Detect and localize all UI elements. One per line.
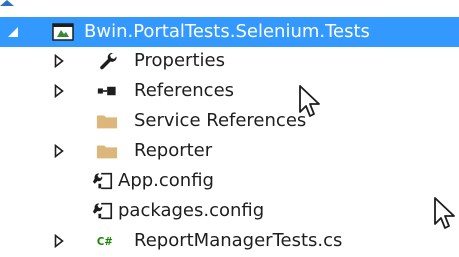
tree-item-reporter[interactable]: Reporter <box>0 136 459 166</box>
scroll-up-arrow-icon[interactable] <box>0 0 14 6</box>
tree-item-report-manager-tests[interactable]: C# ReportManagerTests.cs <box>0 226 459 256</box>
test-project-icon <box>52 21 74 43</box>
tree-item-label: App.config <box>118 170 214 191</box>
tree-item-app-config[interactable]: App.config <box>0 166 459 196</box>
tree-item-label: Service References <box>134 110 307 131</box>
mouse-cursor-icon <box>298 84 324 125</box>
tree-item-label: Properties <box>134 50 225 71</box>
tree-item-label: ReportManagerTests.cs <box>134 230 343 251</box>
project-label: Bwin.PortalTests.Selenium.Tests <box>84 21 370 42</box>
collapsed-triangle-icon[interactable] <box>52 54 66 68</box>
collapsed-triangle-icon[interactable] <box>52 234 66 248</box>
wrench-icon <box>97 50 119 72</box>
expanded-triangle-icon[interactable] <box>6 25 20 39</box>
references-icon <box>97 80 119 102</box>
collapsed-triangle-icon[interactable] <box>52 84 66 98</box>
config-file-icon <box>92 170 114 192</box>
tree-item-label: References <box>134 80 235 101</box>
svg-text:C#: C# <box>97 237 113 248</box>
tree-item-service-references[interactable]: Service References <box>0 106 459 136</box>
mouse-cursor-icon <box>433 196 457 237</box>
collapsed-triangle-icon[interactable] <box>52 144 66 158</box>
tree-item-properties[interactable]: Properties <box>0 46 459 76</box>
tree-item-packages-config[interactable]: packages.config <box>0 196 459 226</box>
csharp-file-icon: C# <box>96 230 118 252</box>
tree-item-references[interactable]: References <box>0 76 459 106</box>
folder-icon <box>96 110 118 132</box>
folder-icon <box>96 140 118 162</box>
tree-item-label: packages.config <box>118 200 265 221</box>
tree-item-label: Reporter <box>134 140 213 161</box>
tree-item-project[interactable]: Bwin.PortalTests.Selenium.Tests <box>0 17 459 47</box>
config-file-icon <box>92 200 114 222</box>
